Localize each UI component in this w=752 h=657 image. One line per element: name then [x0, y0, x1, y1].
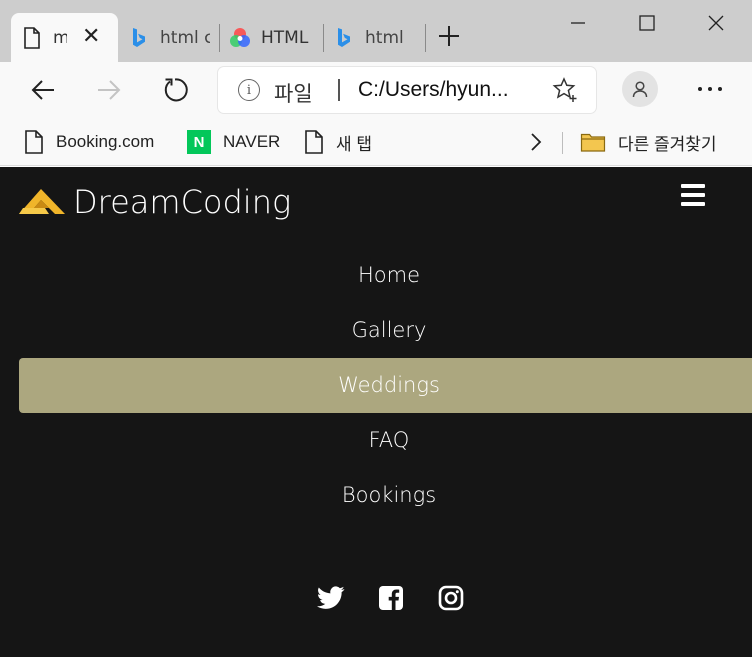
minimize-button[interactable] [563, 8, 593, 38]
color-wheel-icon [227, 26, 253, 50]
maximize-button[interactable] [632, 8, 662, 38]
profile-button[interactable] [622, 71, 658, 107]
brand-name: DreamCoding [73, 183, 292, 221]
web-page: DreamCoding Home Gallery Weddings FAQ Bo… [0, 167, 752, 657]
tab-title: html c [160, 27, 210, 48]
facebook-icon[interactable] [376, 583, 406, 613]
arrow-right-icon [98, 80, 121, 100]
tab-html[interactable]: HTML [223, 13, 319, 62]
main-nav: Home Gallery Weddings FAQ Bookings [19, 248, 752, 523]
star-plus-icon [552, 77, 577, 102]
bing-icon [126, 26, 152, 50]
tab-separator [219, 24, 220, 52]
close-tab-icon[interactable]: ✕ [82, 24, 100, 49]
other-favorites-folder[interactable]: 다른 즐겨찾기 [580, 128, 717, 156]
nav-item-weddings[interactable]: Weddings [19, 358, 752, 413]
close-icon [708, 15, 724, 31]
refresh-icon [164, 78, 188, 102]
document-icon [304, 130, 324, 154]
favorite-label: NAVER [223, 132, 281, 151]
forward-button[interactable] [91, 72, 127, 108]
address-separator [338, 79, 340, 101]
other-favorites-label: 다른 즐겨찾기 [618, 134, 717, 154]
person-icon [632, 81, 648, 98]
favorite-new-tab[interactable]: 새 탭 [304, 128, 372, 156]
nav-item-gallery[interactable]: Gallery [19, 303, 752, 358]
tab-html-7[interactable]: html 7 [327, 13, 423, 62]
new-tab-button[interactable] [437, 24, 461, 48]
favorite-label: Booking.com [56, 132, 155, 151]
menu-toggle-button[interactable] [681, 184, 705, 206]
hamburger-bar [681, 184, 705, 188]
more-menu-button[interactable] [690, 74, 730, 104]
social-links [316, 583, 496, 613]
tab-active[interactable]: m ✕ [11, 13, 118, 62]
favorites-bar: Booking.com N NAVER 새 탭 다른 즐겨찾기 [0, 118, 752, 166]
bing-icon [331, 26, 357, 50]
hamburger-bar [681, 193, 705, 197]
tab-title: HTML [261, 27, 309, 48]
maximize-icon [639, 15, 655, 31]
browser-toolbar: i 파일 C:/Users/hyun... [0, 62, 752, 118]
twitter-icon[interactable] [316, 583, 346, 613]
chevron-right-icon [531, 133, 542, 151]
address-bar[interactable]: i 파일 C:/Users/hyun... [218, 67, 596, 113]
hamburger-bar [681, 202, 705, 206]
favorite-booking[interactable]: Booking.com [24, 128, 154, 156]
nav-item-bookings[interactable]: Bookings [19, 468, 752, 523]
refresh-button[interactable] [157, 72, 193, 108]
tab-title: html 7 [365, 27, 409, 48]
browser-window: m ✕ html c HTML html i 파일 C:/Users/hyun.… [0, 0, 752, 657]
ellipsis-icon [698, 87, 722, 91]
add-favorite-button[interactable] [552, 77, 578, 103]
close-window-button[interactable] [701, 8, 731, 38]
document-icon [24, 130, 44, 154]
nav-item-faq[interactable]: FAQ [19, 413, 752, 468]
address-url[interactable]: C:/Users/hyun... [358, 78, 509, 102]
naver-icon: N [187, 130, 211, 154]
nav-item-home[interactable]: Home [19, 248, 752, 303]
favorite-label: 새 탭 [336, 134, 373, 154]
favorites-divider [562, 132, 563, 154]
tab-separator [323, 24, 324, 52]
tab-strip: m ✕ html c HTML html [0, 0, 752, 62]
document-icon [19, 26, 45, 49]
tab-separator [425, 24, 426, 52]
favorites-overflow-button[interactable] [526, 130, 546, 154]
minimize-icon [571, 22, 585, 24]
back-button[interactable] [25, 72, 61, 108]
info-icon[interactable]: i [238, 79, 260, 101]
tab-title: m [53, 27, 67, 48]
naver-logo: N [187, 130, 211, 154]
arrow-left-icon [31, 80, 54, 100]
favorite-naver[interactable]: N NAVER [187, 128, 280, 156]
tab-html-c[interactable]: html c [122, 13, 217, 62]
folder-icon [580, 131, 606, 153]
plus-icon [439, 26, 459, 46]
logo-icon [19, 189, 65, 214]
address-scheme-label: 파일 [274, 82, 313, 106]
instagram-icon[interactable] [436, 583, 466, 613]
brand-logo[interactable]: DreamCoding [19, 183, 291, 221]
